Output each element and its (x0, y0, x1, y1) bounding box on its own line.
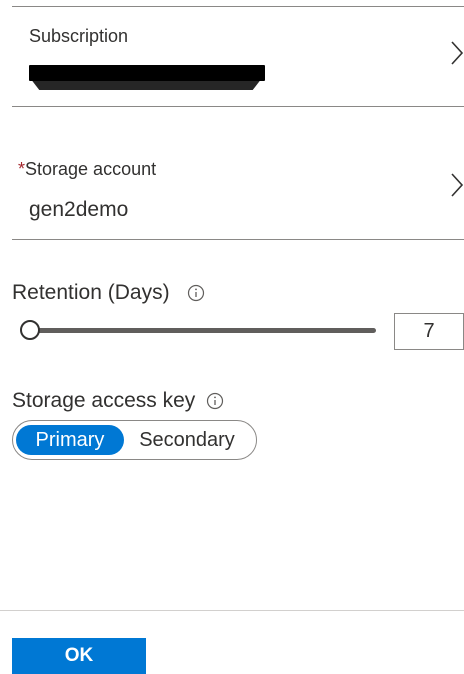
subscription-divider (12, 106, 464, 107)
footer-divider (0, 610, 464, 611)
chevron-right-icon[interactable] (450, 172, 464, 198)
retention-days-input[interactable]: 7 (394, 313, 464, 350)
access-key-toggle[interactable]: Primary Secondary (12, 420, 257, 460)
storage-account-label: *Storage account (18, 159, 156, 180)
storage-account-value: gen2demo (29, 198, 129, 221)
retention-slider-thumb[interactable] (20, 320, 40, 340)
retention-slider-track[interactable] (30, 328, 376, 333)
ok-button[interactable]: OK (12, 638, 146, 674)
subscription-value-redacted-shadow (30, 78, 262, 90)
storage-account-field[interactable] (12, 140, 464, 239)
storage-access-key-label: Storage access key (12, 389, 196, 412)
required-marker: * (18, 159, 26, 179)
subscription-label: Subscription (29, 26, 129, 46)
retention-label: Retention (Days) (12, 281, 170, 304)
subscription-field[interactable] (12, 7, 464, 107)
info-icon[interactable] (206, 392, 224, 410)
storage-account-label-text: Storage account (25, 159, 157, 179)
chevron-right-icon[interactable] (450, 40, 464, 66)
info-icon[interactable] (187, 284, 205, 302)
access-key-option-primary[interactable]: Primary (16, 425, 124, 455)
storage-account-divider (12, 239, 464, 240)
access-key-option-secondary[interactable]: Secondary (124, 425, 250, 455)
